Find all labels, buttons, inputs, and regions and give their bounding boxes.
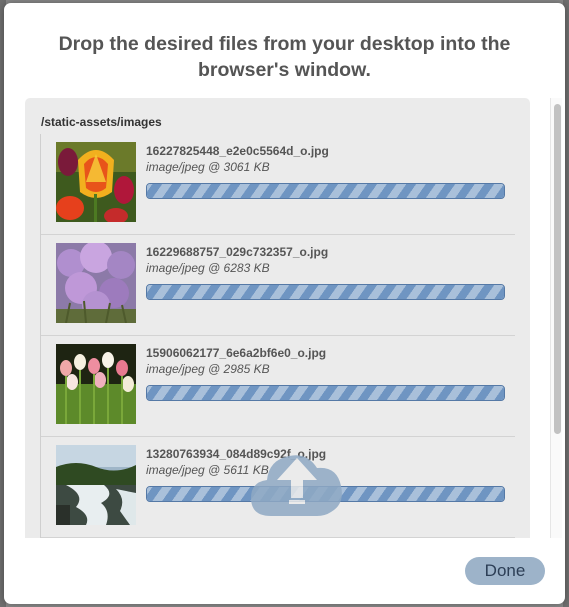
file-name: 16227825448_e2e0c5564d_o.jpg	[146, 144, 329, 158]
file-meta: image/jpeg @ 6283 KB	[146, 261, 270, 275]
folder-path: /static-assets/images	[41, 115, 162, 129]
upload-progress-bar	[146, 183, 505, 199]
done-button[interactable]: Done	[465, 557, 545, 585]
file-meta: image/jpeg @ 2985 KB	[146, 362, 270, 376]
scrollbar-thumb[interactable]	[554, 104, 561, 434]
drop-zone[interactable]: /static-assets/images 16227825448_e2e0c5…	[25, 98, 530, 538]
file-name: 15906062177_6e6a2bf6e0_o.jpg	[146, 346, 327, 360]
upload-cloud-icon	[247, 438, 347, 520]
dialog-title: Drop the desired files from your desktop…	[58, 33, 511, 81]
file-row: 16227825448_e2e0c5564d_o.jpg image/jpeg …	[41, 134, 515, 235]
file-thumbnail	[56, 243, 136, 323]
scrollbar[interactable]	[550, 98, 562, 538]
file-thumbnail	[56, 445, 136, 525]
file-thumbnail	[56, 142, 136, 222]
upload-progress-fill	[147, 386, 504, 400]
file-thumbnail	[56, 344, 136, 424]
file-row: 16229688757_029c732357_o.jpg image/jpeg …	[41, 235, 515, 336]
upload-progress-bar	[146, 385, 505, 401]
file-row: 15906062177_6e6a2bf6e0_o.jpg image/jpeg …	[41, 336, 515, 437]
file-name: 16229688757_029c732357_o.jpg	[146, 245, 329, 259]
upload-progress-fill	[147, 184, 504, 198]
upload-dialog: Drop the desired files from your desktop…	[4, 3, 565, 604]
file-meta: image/jpeg @ 3061 KB	[146, 160, 270, 174]
upload-progress-fill	[147, 285, 504, 299]
upload-progress-bar	[146, 284, 505, 300]
